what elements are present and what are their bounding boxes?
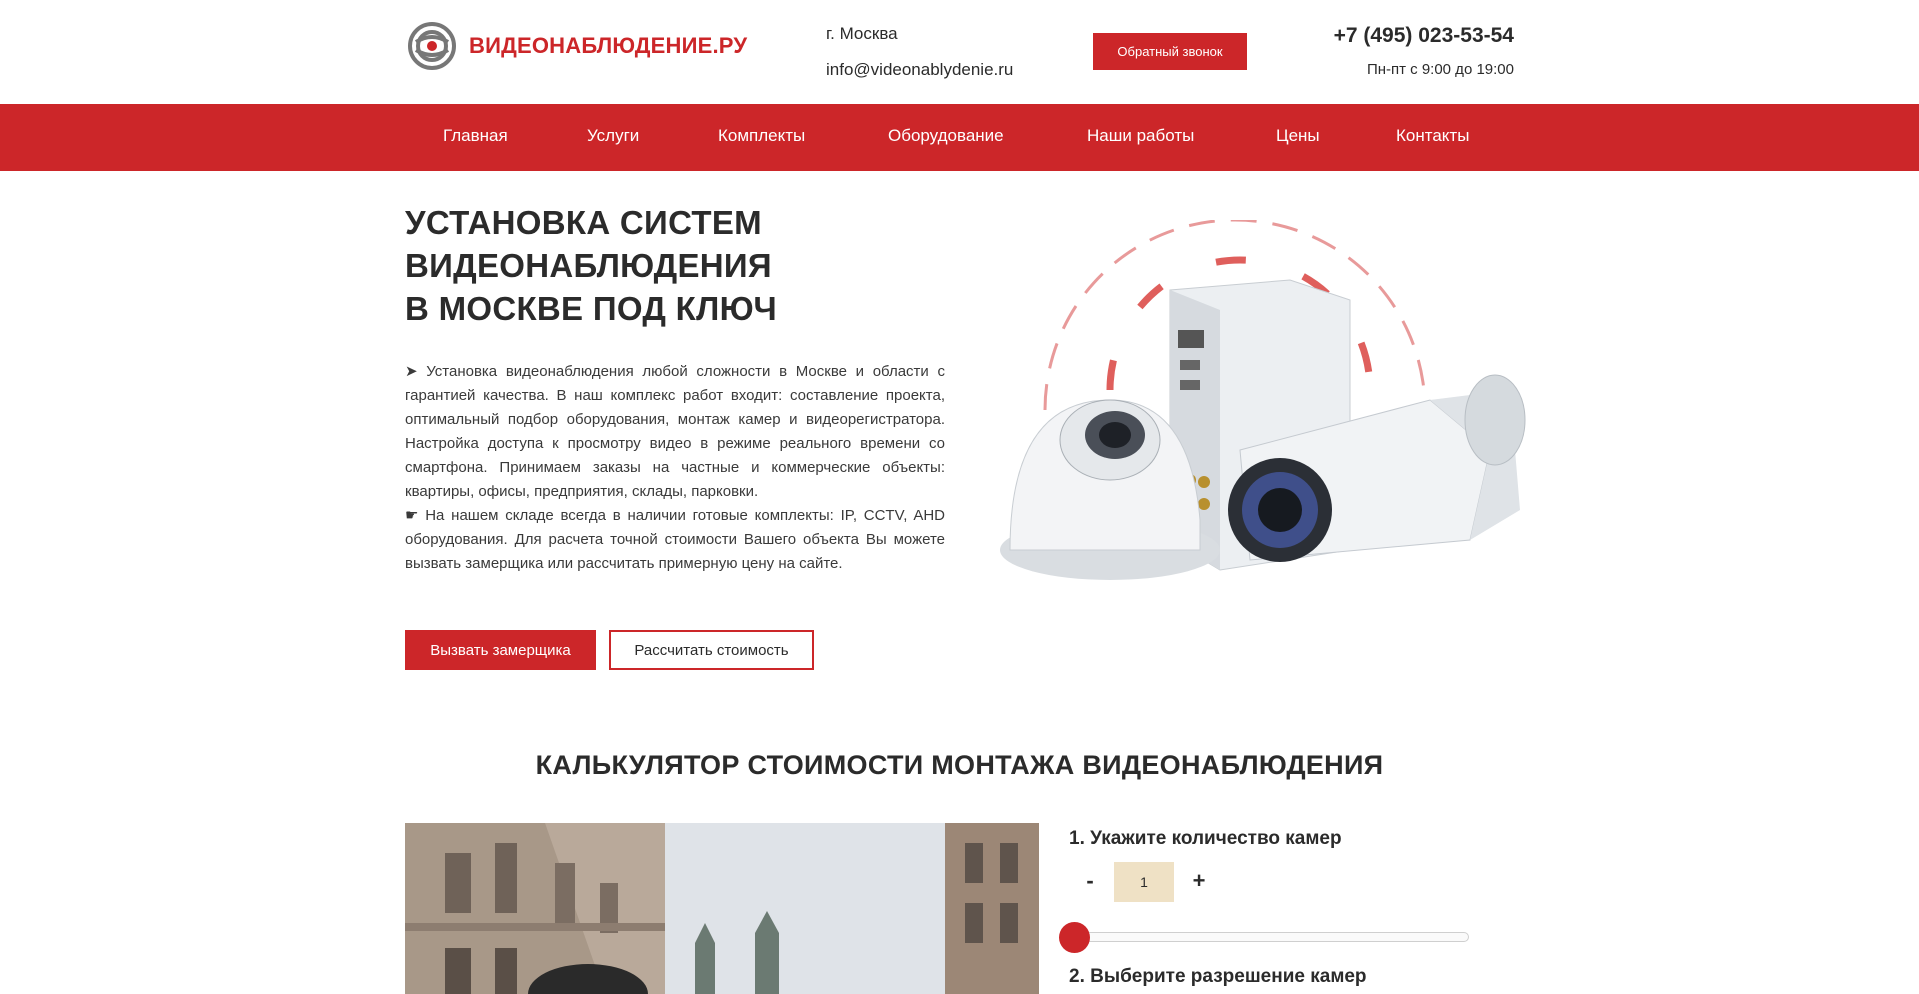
working-hours: Пн-пт с 9:00 до 19:00	[1366, 61, 1514, 78]
brand-name[interactable]: ВИДЕОНАБЛЮДЕНИЕ.РУ	[469, 33, 747, 59]
phone-link[interactable]: +7 (495) 023-53-54	[1334, 24, 1514, 48]
hero-description: ➤ Установка видеонаблюдения любой сложно…	[405, 360, 945, 576]
calculator-title: КАЛЬКУЛЯТОР СТОИМОСТИ МОНТАЖА ВИДЕОНАБЛЮ…	[535, 750, 1384, 780]
hero-paragraph: ☛ На нашем складе всегда в наличии готов…	[405, 507, 945, 572]
nav-item-home[interactable]: Главная	[443, 126, 508, 146]
quantity-slider-track[interactable]	[1066, 932, 1469, 942]
step2-label: 2. Выберите разрешение камер	[1069, 966, 1367, 987]
hero-title: УСТАНОВКА СИСТЕМ ВИДЕОНАБЛЮДЕНИЯ В МОСКВ…	[405, 201, 777, 330]
hero-title-line: В МОСКВЕ ПОД КЛЮЧ	[405, 290, 777, 327]
main-nav: Главная Услуги Комплекты Оборудование На…	[0, 104, 1919, 171]
step1-label: 1. Укажите количество камер	[1069, 828, 1342, 849]
nav-item-equipment[interactable]: Оборудование	[888, 126, 1004, 146]
city-label: г. Москва	[826, 24, 898, 43]
logo-icon[interactable]	[408, 22, 456, 70]
increase-quantity-button[interactable]: +	[1189, 868, 1209, 894]
cctv-equipment-image	[1000, 220, 1526, 580]
nav-item-works[interactable]: Наши работы	[1087, 126, 1194, 146]
nav-item-prices[interactable]: Цены	[1276, 126, 1320, 146]
callback-button[interactable]: Обратный звонок	[1093, 33, 1247, 70]
hero-title-line: УСТАНОВКА СИСТЕМ	[405, 204, 762, 241]
hero-title-line: ВИДЕОНАБЛЮДЕНИЯ	[405, 247, 772, 284]
hero-paragraph: ➤ Установка видеонаблюдения любой сложно…	[405, 363, 945, 500]
nav-item-contacts[interactable]: Контакты	[1396, 126, 1469, 146]
camera-quantity-field[interactable]: 1	[1114, 862, 1174, 902]
decrease-quantity-button[interactable]: -	[1080, 868, 1100, 894]
calculate-cost-button[interactable]: Рассчитать стоимость	[609, 630, 814, 670]
street-photo	[405, 823, 1039, 994]
call-measurer-button[interactable]: Вызвать замерщика	[405, 630, 596, 670]
nav-item-services[interactable]: Услуги	[587, 126, 639, 146]
email-link[interactable]: info@videonablydenie.ru	[826, 60, 1013, 80]
quantity-slider-thumb[interactable]	[1059, 922, 1090, 953]
site-header: ВИДЕОНАБЛЮДЕНИЕ.РУ г. Москва info@videon…	[0, 0, 1919, 104]
nav-item-kits[interactable]: Комплекты	[718, 126, 805, 146]
